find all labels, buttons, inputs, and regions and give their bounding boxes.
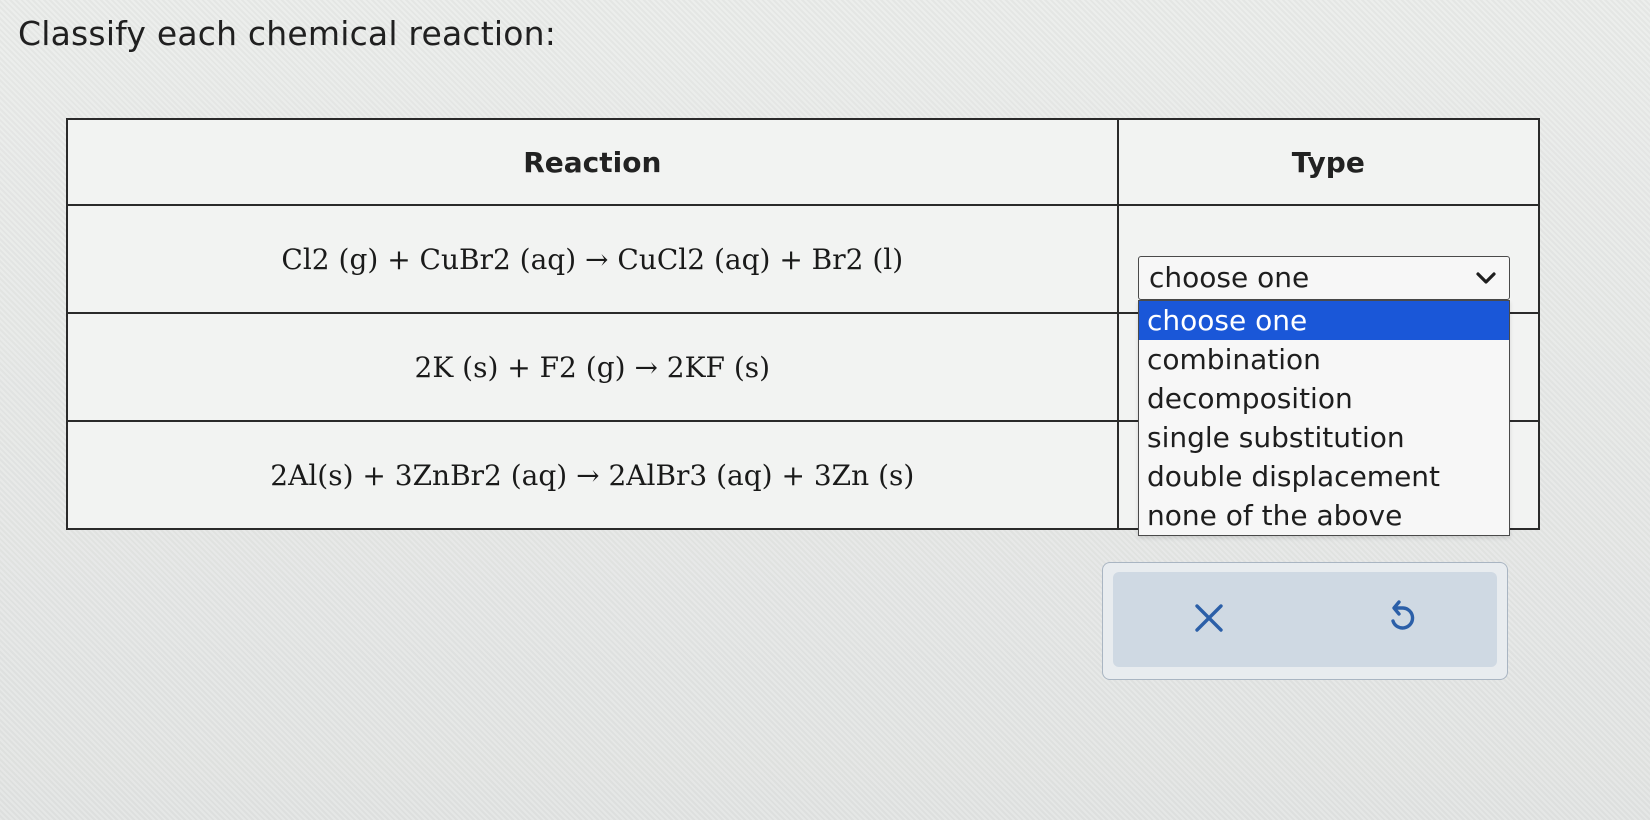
page: Classify each chemical reaction: Reactio… bbox=[0, 0, 1650, 820]
column-header-reaction: Reaction bbox=[66, 118, 1119, 206]
dropdown-menu: choose one combination decomposition sin… bbox=[1138, 300, 1510, 536]
undo-button[interactable] bbox=[1371, 590, 1431, 650]
x-icon bbox=[1192, 601, 1226, 639]
dropdown-option-choose-one[interactable]: choose one bbox=[1139, 301, 1509, 340]
clear-button[interactable] bbox=[1179, 590, 1239, 650]
answer-actions-bar bbox=[1113, 572, 1497, 667]
table-header-row: Reaction Type bbox=[66, 118, 1541, 206]
reaction-equation: Cl2 (g) + CuBr2 (aq) → CuCl2 (aq) + Br2 … bbox=[281, 242, 904, 276]
reaction-cell: 2Al(s) + 3ZnBr2 (aq) → 2AlBr3 (aq) + 3Zn… bbox=[66, 420, 1119, 530]
dropdown-option-single-substitution[interactable]: single substitution bbox=[1139, 418, 1509, 457]
reaction-equation: 2K (s) + F2 (g) → 2KF (s) bbox=[414, 350, 771, 384]
reaction-cell: 2K (s) + F2 (g) → 2KF (s) bbox=[66, 312, 1119, 422]
question-prompt: Classify each chemical reaction: bbox=[18, 14, 557, 53]
dropdown-option-double-displacement[interactable]: double displacement bbox=[1139, 457, 1509, 496]
reaction-type-select[interactable]: choose one bbox=[1138, 256, 1510, 300]
answer-actions-panel bbox=[1102, 562, 1508, 680]
select-value: choose one bbox=[1149, 261, 1310, 294]
dropdown-option-combination[interactable]: combination bbox=[1139, 340, 1509, 379]
dropdown-option-none-of-the-above[interactable]: none of the above bbox=[1139, 496, 1509, 535]
dropdown-option-decomposition[interactable]: decomposition bbox=[1139, 379, 1509, 418]
undo-icon bbox=[1384, 599, 1418, 641]
reaction-cell: Cl2 (g) + CuBr2 (aq) → CuCl2 (aq) + Br2 … bbox=[66, 204, 1119, 314]
reaction-equation: 2Al(s) + 3ZnBr2 (aq) → 2AlBr3 (aq) + 3Zn… bbox=[270, 458, 915, 492]
column-header-type: Type bbox=[1116, 118, 1541, 206]
